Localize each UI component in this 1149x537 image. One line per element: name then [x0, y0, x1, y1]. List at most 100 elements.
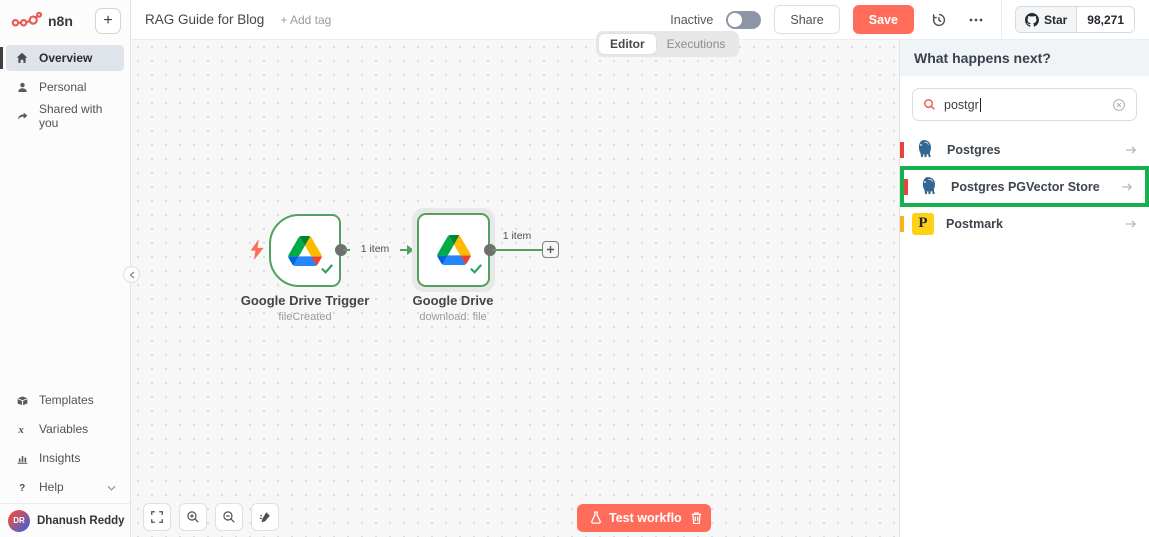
node-option-label: Postmark — [946, 217, 1003, 231]
node-subtitle: fileCreated — [225, 311, 385, 323]
canvas-controls — [143, 503, 279, 531]
node-option-postmark[interactable]: P Postmark — [900, 207, 1149, 240]
user-icon — [14, 81, 30, 94]
sidebar-spacer — [0, 132, 130, 384]
workflow-canvas[interactable]: 1 item 1 item Google Drive Trigger — [131, 40, 899, 537]
star-count: 98,271 — [1077, 7, 1134, 32]
new-workflow-button[interactable]: + — [95, 8, 121, 34]
flask-icon — [590, 511, 602, 525]
sidebar-item-personal[interactable]: Personal — [6, 74, 124, 100]
sidebar-item-variables[interactable]: x Variables — [6, 416, 124, 442]
node-google-drive-trigger[interactable] — [269, 214, 341, 287]
n8n-logo-icon — [11, 11, 43, 31]
package-icon — [14, 394, 30, 407]
status-label: Inactive — [670, 13, 713, 27]
node-google-drive[interactable] — [417, 213, 490, 287]
sidebar-item-label: Help — [39, 480, 64, 494]
postmark-icon: P — [912, 213, 934, 235]
sidebar-item-label: Templates — [39, 393, 94, 407]
n8n-app: n8n + Overview Personal Shared — [0, 0, 1149, 537]
sidebar-item-overview[interactable]: Overview — [6, 45, 124, 71]
test-workflow-label: Test workflow — [609, 511, 691, 525]
node-option-postgres-pgvector-store[interactable]: Postgres PGVector Store — [904, 170, 1145, 203]
share-arrow-icon — [14, 110, 30, 123]
panel-title: What happens next? — [900, 40, 1149, 76]
clear-search-icon[interactable] — [1112, 98, 1126, 112]
arrow-right-icon — [1125, 145, 1137, 155]
node-subtitle: download: file — [383, 311, 523, 323]
chart-icon — [14, 452, 30, 465]
trigger-bolt-icon — [250, 239, 265, 265]
arrow-right-icon — [1125, 219, 1137, 229]
zoom-in-button[interactable] — [179, 503, 207, 531]
sidebar-item-templates[interactable]: Templates — [6, 387, 124, 413]
text-caret — [980, 98, 981, 112]
sidebar-item-label: Insights — [39, 451, 80, 465]
zoom-out-button[interactable] — [215, 503, 243, 531]
google-drive-icon — [288, 236, 322, 266]
header-divider — [1001, 0, 1002, 40]
left-sidebar: n8n + Overview Personal Shared — [0, 0, 131, 537]
home-icon — [14, 51, 30, 65]
highlighted-option-box: Postgres PGVector Store — [900, 166, 1149, 207]
sidebar-item-label: Variables — [39, 422, 88, 436]
connection-line[interactable] — [492, 249, 542, 251]
save-button[interactable]: Save — [853, 5, 914, 34]
avatar: DR — [8, 510, 30, 532]
google-drive-icon — [437, 235, 471, 265]
node-option-postgres[interactable]: Postgres — [900, 133, 1149, 166]
item-accent-bar — [904, 179, 908, 195]
node-option-label: Postgres — [947, 143, 1001, 157]
search-value: postgr — [944, 98, 979, 112]
trash-icon — [690, 511, 703, 525]
delete-workflow-button[interactable] — [682, 504, 711, 532]
toggle-knob — [728, 13, 742, 27]
n8n-logo[interactable]: n8n — [11, 11, 73, 31]
sidebar-item-label: Personal — [39, 80, 86, 94]
active-toggle[interactable] — [726, 11, 761, 29]
history-icon[interactable] — [927, 8, 951, 32]
node-title: Google Drive Trigger — [225, 293, 385, 308]
share-button[interactable]: Share — [774, 5, 839, 34]
add-node-plus-button[interactable] — [542, 241, 559, 258]
variables-icon: x — [14, 423, 30, 436]
search-icon — [923, 98, 936, 111]
success-check-icon — [321, 261, 333, 279]
sidebar-item-insights[interactable]: Insights — [6, 445, 124, 471]
github-star-widget[interactable]: Star 98,271 — [1015, 6, 1135, 33]
star-label: Star — [1044, 13, 1067, 27]
github-icon — [1025, 13, 1039, 27]
postgres-icon — [916, 175, 939, 198]
node-title: Google Drive — [383, 293, 523, 308]
node-search-input[interactable]: postgr — [912, 88, 1137, 121]
svg-text:x: x — [17, 425, 24, 436]
more-options-icon[interactable] — [964, 8, 988, 32]
workflow-title[interactable]: RAG Guide for Blog — [145, 12, 264, 27]
item-accent-bar — [900, 216, 904, 232]
user-name: Dhanush Reddy — [37, 515, 125, 527]
sidebar-item-help[interactable]: ? Help — [6, 474, 124, 500]
connection-items-label: 1 item — [492, 230, 542, 242]
chevron-down-icon — [107, 480, 116, 494]
node-picker-panel: What happens next? postgr Postgres — [899, 40, 1149, 537]
tab-executions[interactable]: Executions — [656, 34, 737, 54]
tab-editor[interactable]: Editor — [599, 34, 656, 54]
add-tag-button[interactable]: + Add tag — [280, 13, 331, 27]
node-option-label: Postgres PGVector Store — [951, 180, 1100, 194]
node-label-block: Google Drive Trigger fileCreated — [225, 293, 385, 323]
sidebar-item-shared[interactable]: Shared with you — [6, 103, 124, 129]
sidebar-collapse-button[interactable] — [123, 266, 140, 283]
tidy-up-icon[interactable] — [251, 503, 279, 531]
fit-view-button[interactable] — [143, 503, 171, 531]
help-icon: ? — [14, 481, 30, 494]
node-label-block: Google Drive download: file — [383, 293, 523, 323]
postgres-icon — [912, 138, 935, 161]
success-check-icon — [470, 261, 482, 279]
sidebar-item-label: Shared with you — [39, 102, 116, 130]
item-accent-bar — [900, 142, 904, 158]
brand-name: n8n — [48, 13, 73, 29]
svg-text:?: ? — [19, 483, 25, 494]
arrow-right-icon — [1121, 182, 1133, 192]
editor-tabs: Editor Executions — [596, 31, 739, 57]
user-menu-row[interactable]: DR Dhanush Reddy — [0, 503, 130, 537]
